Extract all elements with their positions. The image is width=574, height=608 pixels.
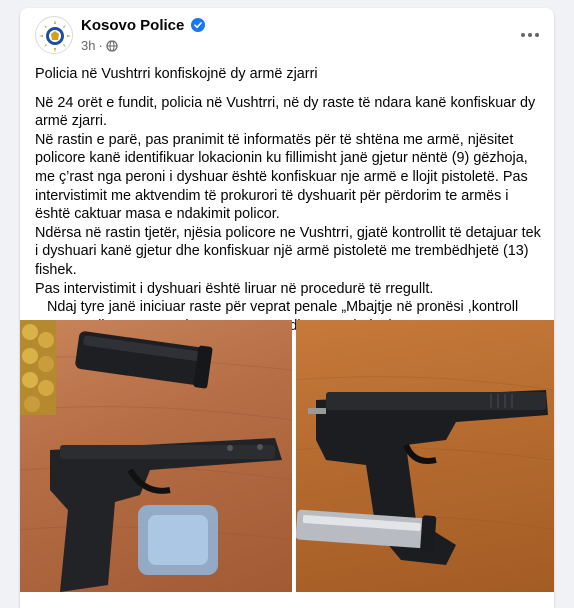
- post-meta: 3h ·: [81, 38, 118, 53]
- post-photos: [20, 320, 554, 600]
- photo-pistol-with-magazine-2[interactable]: [296, 320, 554, 592]
- post-title: Policia në Vushtrri konfiskojnë dy armë …: [35, 66, 318, 82]
- post-paragraph: Ndërsa në rastin tjetër, njësia policore…: [35, 224, 541, 278]
- more-options-icon[interactable]: [516, 24, 544, 46]
- verified-badge-icon: [191, 18, 205, 32]
- post-card: Kosovo Police 3h · Policia në Vushtrri k…: [20, 8, 554, 608]
- page-name[interactable]: Kosovo Police: [81, 17, 184, 34]
- kosovo-police-logo-icon: [37, 18, 72, 53]
- photo-pistol-with-magazine[interactable]: [20, 320, 292, 592]
- post-body: Policia në Vushtrri konfiskojnë dy armë …: [35, 65, 545, 335]
- post-paragraph: Në rastin e parë, pas pranimit të inform…: [35, 131, 528, 223]
- post-paragraph: Në 24 orët e fundit, policia në Vushtrri…: [35, 94, 536, 130]
- post-paragraph: Pas intervistimit i dyshuari është lirua…: [35, 280, 434, 297]
- page-avatar[interactable]: [35, 16, 73, 54]
- meta-separator: ·: [98, 38, 103, 53]
- post-header: Kosovo Police 3h ·: [20, 8, 554, 62]
- post-timestamp[interactable]: 3h: [81, 38, 95, 53]
- globe-icon: [106, 39, 118, 52]
